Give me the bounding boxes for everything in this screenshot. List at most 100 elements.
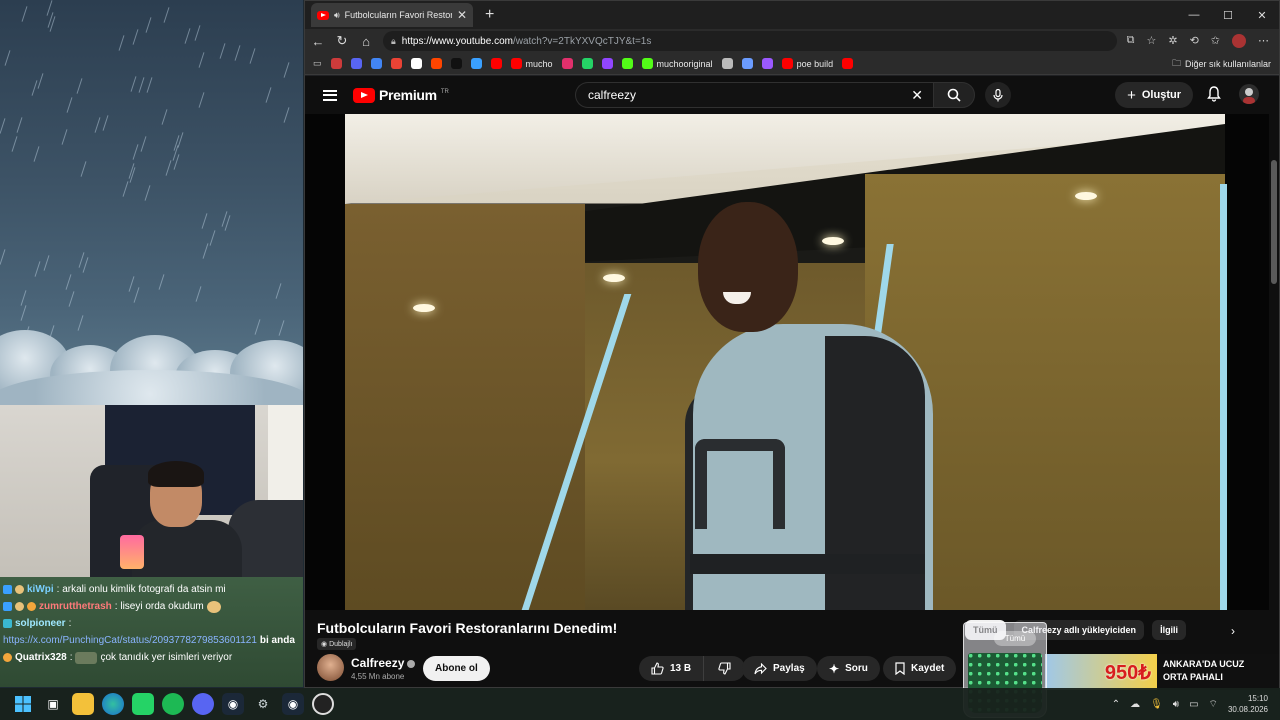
youtube-page: Premium TR calfreezy ✕ + Oluştur Futbolc… [305, 76, 1279, 690]
onedrive-icon[interactable]: ☁ [1130, 699, 1140, 710]
bookmark-item[interactable] [390, 58, 402, 69]
steam-icon[interactable]: ◉ [222, 693, 244, 715]
bookmark-label: muchooriginal [656, 58, 713, 69]
hamburger-menu-icon[interactable] [323, 89, 337, 101]
bookmark-item[interactable] [621, 58, 633, 69]
like-button[interactable]: 13 B [639, 656, 705, 681]
chat-message: : arkali onlu kimlik fotografi da atsin … [56, 584, 226, 595]
share-button[interactable]: Paylaş [742, 656, 817, 681]
settings-gear-icon[interactable]: ⚙ [252, 693, 274, 715]
profile-avatar[interactable] [1232, 34, 1246, 48]
whatsapp-icon[interactable] [132, 693, 154, 715]
bookmark-item[interactable] [330, 58, 342, 69]
ad-card[interactable]: 950₺ ANKARA'DA UCUZ ORTA PAHALI [1045, 654, 1279, 690]
speaker-icon[interactable]: 🔊︎ [334, 10, 340, 21]
rain-streak [219, 43, 226, 59]
chevron-up-icon[interactable]: ⌃ [1112, 699, 1120, 710]
bookmark-item[interactable] [761, 58, 773, 69]
close-window-icon[interactable]: ✕ [1245, 1, 1279, 29]
bookmark-item[interactable] [470, 58, 482, 69]
favorite-star-icon[interactable]: ☆ [1146, 34, 1156, 48]
notifications-bell-icon[interactable] [1207, 86, 1221, 102]
bookmark-item[interactable] [370, 58, 382, 69]
bookmark-item[interactable] [741, 58, 753, 69]
url-field[interactable]: 🔒︎ https://www.youtube.com/watch?v=2TkYX… [383, 31, 1117, 51]
home-icon[interactable]: ⌂ [359, 34, 373, 49]
tab-actions-icon[interactable]: ▭ [313, 58, 322, 69]
bookmarks-bar: ▭ mucho muchooriginal poe build 🗀︎ Diğer sık… [305, 53, 1279, 75]
edge-browser-icon[interactable] [102, 693, 124, 715]
bookmark-item[interactable] [581, 58, 593, 69]
chat-line: https://x.com/PunchingCat/status/2093778… [3, 632, 300, 649]
display-icon[interactable]: ▭ [1189, 699, 1198, 710]
file-explorer-icon[interactable] [72, 693, 94, 715]
bookmark-favicon-icon [330, 58, 342, 69]
rain-streak [21, 6, 28, 22]
rain-streak [132, 144, 139, 160]
split-screen-icon[interactable]: ⧉ [1127, 34, 1135, 48]
network-icon[interactable]: ⌔ [1209, 698, 1218, 711]
rain-streak [77, 315, 84, 331]
address-bar: ← ↻ ⌂ 🔒︎ https://www.youtube.com/watch?v… [305, 29, 1279, 53]
extensions-icon[interactable]: ✲ [1168, 34, 1177, 48]
system-clock[interactable]: 15:10 30.08.2026 [1228, 693, 1268, 715]
minimize-icon[interactable]: — [1177, 1, 1211, 29]
bookmark-item[interactable]: muchooriginal [641, 58, 713, 69]
chat-link[interactable]: https://x.com/PunchingCat/status/2093778… [3, 635, 257, 646]
ask-button[interactable]: ✦ Soru [817, 656, 880, 681]
favorites-icon[interactable]: ✩ [1211, 34, 1220, 48]
channel-avatar[interactable] [317, 654, 344, 681]
collections-icon[interactable]: ⟲ [1190, 34, 1199, 48]
chat-badge-icon [15, 602, 24, 611]
other-bookmarks-folder[interactable]: 🗀︎ Diğer sık kullanılanlar [1172, 56, 1271, 72]
voice-search-button[interactable] [985, 82, 1011, 108]
chip-related[interactable]: İlgili [1152, 620, 1187, 640]
refresh-icon[interactable]: ↻ [335, 33, 349, 49]
maximize-icon[interactable]: ☐ [1211, 1, 1245, 29]
steam-secondary-icon[interactable]: ◉ [282, 693, 304, 715]
account-avatar[interactable] [1239, 84, 1259, 104]
youtube-logo[interactable]: Premium TR [353, 87, 449, 103]
bookmark-favicon-icon [781, 58, 793, 69]
clock-time: 15:10 [1247, 694, 1268, 703]
rain-streak [283, 62, 290, 78]
create-button[interactable]: + Oluştur [1115, 82, 1193, 108]
bookmark-item[interactable] [490, 58, 502, 69]
search-button[interactable] [933, 82, 975, 108]
more-menu-icon[interactable]: ⋯ [1258, 34, 1269, 48]
subscribe-button[interactable]: Abone ol [423, 656, 490, 681]
clear-search-icon[interactable]: ✕ [911, 87, 923, 104]
tab-close-icon[interactable]: ✕ [457, 8, 467, 22]
search-input[interactable]: calfreezy ✕ [575, 82, 933, 108]
page-scrollbar[interactable] [1271, 160, 1277, 284]
video-player[interactable] [305, 114, 1269, 610]
channel-name[interactable]: Calfreezy [351, 656, 416, 670]
discord-icon[interactable] [192, 693, 214, 715]
bookmark-item[interactable] [721, 58, 733, 69]
bookmark-item[interactable] [450, 58, 462, 69]
microphone-tray-icon[interactable]: 🎙︎ [1150, 699, 1163, 710]
bookmark-item[interactable] [350, 58, 362, 69]
bookmark-item[interactable]: poe build [781, 58, 833, 69]
bookmark-item[interactable] [561, 58, 573, 69]
bookmark-item[interactable] [410, 58, 422, 69]
windows-start-icon[interactable] [12, 693, 34, 715]
task-view-icon[interactable]: ▣ [42, 693, 64, 715]
rain-streak [144, 185, 151, 201]
streamer-body [132, 520, 242, 577]
dislike-button[interactable] [704, 656, 746, 681]
youtube-logo-icon [353, 87, 375, 103]
back-icon[interactable]: ← [311, 34, 325, 49]
chevron-right-icon[interactable]: › [1231, 624, 1235, 638]
save-button[interactable]: Kaydet [883, 656, 957, 681]
tab-youtube[interactable]: 🔊︎ Futbolcuların Favori Restoranl ✕ [311, 3, 473, 27]
rain-streak [20, 290, 27, 306]
bookmark-item[interactable] [601, 58, 613, 69]
obs-icon[interactable] [312, 693, 334, 715]
volume-icon[interactable]: 🔊︎ [1173, 699, 1179, 710]
bookmark-item[interactable] [842, 58, 854, 69]
bookmark-item[interactable] [430, 58, 442, 69]
spotify-icon[interactable] [162, 693, 184, 715]
bookmark-item[interactable]: mucho [510, 58, 553, 69]
new-tab-icon[interactable]: + [485, 6, 494, 24]
